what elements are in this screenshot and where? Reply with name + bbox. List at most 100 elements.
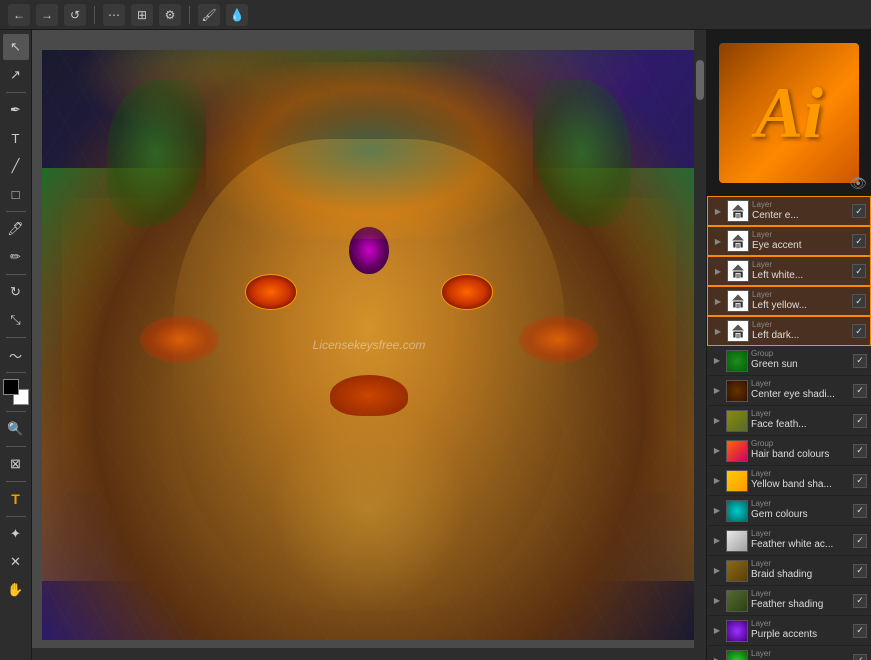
layer-checkbox-14[interactable] bbox=[853, 594, 867, 608]
layer-item-8[interactable]: ▶LayerFace feath... bbox=[707, 406, 871, 436]
layer-thumb-4 bbox=[727, 290, 749, 312]
layer-expand-3[interactable]: ▶ bbox=[712, 265, 724, 277]
layer-checkbox-9[interactable] bbox=[853, 444, 867, 458]
layer-expand-8[interactable]: ▶ bbox=[711, 415, 723, 427]
layer-type-label-6: Group bbox=[751, 350, 853, 358]
layer-name-7: Center eye shadi... bbox=[751, 388, 853, 401]
layer-checkbox-6[interactable] bbox=[853, 354, 867, 368]
paintbrush-tool[interactable]: 🖊 bbox=[3, 216, 29, 242]
vertical-scroll-thumb[interactable] bbox=[696, 60, 704, 100]
layer-checkbox-7[interactable] bbox=[853, 384, 867, 398]
tool-separator-1 bbox=[6, 92, 26, 93]
back-button[interactable]: ← bbox=[8, 4, 30, 26]
layer-expand-12[interactable]: ▶ bbox=[711, 535, 723, 547]
layer-checkbox-11[interactable] bbox=[853, 504, 867, 518]
layer-expand-9[interactable]: ▶ bbox=[711, 445, 723, 457]
horizontal-scrollbar[interactable] bbox=[32, 648, 694, 660]
foreground-color-swatch[interactable] bbox=[3, 379, 19, 395]
layer-checkbox-2[interactable] bbox=[852, 234, 866, 248]
layer-checkbox-15[interactable] bbox=[853, 624, 867, 638]
crop-tool[interactable]: ⊠ bbox=[3, 451, 29, 477]
line-tool[interactable]: ╱ bbox=[3, 153, 29, 179]
layer-item-1[interactable]: ▶ LayerCenter e... bbox=[707, 196, 871, 226]
layer-expand-5[interactable]: ▶ bbox=[712, 325, 724, 337]
layer-name-5: Left dark... bbox=[752, 329, 852, 342]
layer-info-9: GroupHair band colours bbox=[751, 440, 853, 461]
layer-item-4[interactable]: ▶ LayerLeft yellow... bbox=[707, 286, 871, 316]
warp-tool[interactable]: 〜 bbox=[3, 342, 29, 368]
layer-checkbox-13[interactable] bbox=[853, 564, 867, 578]
layer-expand-6[interactable]: ▶ bbox=[711, 355, 723, 367]
layer-type-label-5: Layer bbox=[752, 321, 852, 329]
layer-expand-7[interactable]: ▶ bbox=[711, 385, 723, 397]
layer-thumb-8 bbox=[726, 410, 748, 432]
direct-select-tool[interactable]: ↗ bbox=[3, 62, 29, 88]
layer-item-3[interactable]: ▶ LayerLeft white... bbox=[707, 256, 871, 286]
pencil-tool[interactable]: ✏ bbox=[3, 244, 29, 270]
layer-item-16[interactable]: ▶LayerGreen accents bbox=[707, 646, 871, 660]
toolbar-separator-2 bbox=[189, 6, 190, 24]
layer-info-10: LayerYellow band sha... bbox=[751, 470, 853, 491]
layer-expand-13[interactable]: ▶ bbox=[711, 565, 723, 577]
layer-item-6[interactable]: ▶GroupGreen sun bbox=[707, 346, 871, 376]
layer-item-9[interactable]: ▶ GroupHair band colours bbox=[707, 436, 871, 466]
layer-info-12: LayerFeather white ac... bbox=[751, 530, 853, 551]
layer-checkbox-4[interactable] bbox=[852, 294, 866, 308]
close-tool[interactable]: ✕ bbox=[3, 549, 29, 575]
right-panel: Ai 👁 ▶ LayerCenter e...▶ LayerEye accent… bbox=[706, 30, 871, 660]
layer-checkbox-12[interactable] bbox=[853, 534, 867, 548]
rotate-tool[interactable]: ↻ bbox=[3, 279, 29, 305]
layer-checkbox-3[interactable] bbox=[852, 264, 866, 278]
layer-expand-4[interactable]: ▶ bbox=[712, 295, 724, 307]
layer-name-3: Left white... bbox=[752, 269, 852, 282]
layer-expand-15[interactable]: ▶ bbox=[711, 625, 723, 637]
scale-tool[interactable]: ⤡ bbox=[3, 307, 29, 333]
type-tool-2[interactable]: T bbox=[3, 486, 29, 512]
layer-expand-11[interactable]: ▶ bbox=[711, 505, 723, 517]
layer-name-12: Feather white ac... bbox=[751, 538, 853, 551]
layer-item-11[interactable]: ▶ LayerGem colours bbox=[707, 496, 871, 526]
settings-button[interactable]: ⚙ bbox=[159, 4, 181, 26]
select-tool[interactable]: ↖ bbox=[3, 34, 29, 60]
layer-checkbox-16[interactable] bbox=[853, 654, 867, 660]
layer-item-12[interactable]: ▶ LayerFeather white ac... bbox=[707, 526, 871, 556]
hand-tool[interactable]: ✋ bbox=[3, 577, 29, 603]
pen-tool[interactable]: ✒ bbox=[3, 97, 29, 123]
layer-checkbox-10[interactable] bbox=[853, 474, 867, 488]
layer-type-label-4: Layer bbox=[752, 291, 852, 299]
layer-info-11: LayerGem colours bbox=[751, 500, 853, 521]
layer-thumb-1 bbox=[727, 200, 749, 222]
layer-item-2[interactable]: ▶ LayerEye accent bbox=[707, 226, 871, 256]
eyedropper-button[interactable]: 💧 bbox=[226, 4, 248, 26]
layer-item-10[interactable]: ▶ LayerYellow band sha... bbox=[707, 466, 871, 496]
layer-item-14[interactable]: ▶LayerFeather shading bbox=[707, 586, 871, 616]
eye-icon[interactable]: 👁 bbox=[849, 175, 867, 192]
vertical-scrollbar[interactable] bbox=[694, 30, 706, 660]
layer-expand-2[interactable]: ▶ bbox=[712, 235, 724, 247]
eyedropper-tool[interactable]: ✦ bbox=[3, 521, 29, 547]
color-swatches[interactable] bbox=[3, 379, 29, 405]
layer-checkbox-8[interactable] bbox=[853, 414, 867, 428]
layer-thumb-5 bbox=[727, 320, 749, 342]
rectangle-tool[interactable]: □ bbox=[3, 181, 29, 207]
artwork-container[interactable]: Licensekeysfree.com bbox=[42, 50, 696, 640]
layer-item-13[interactable]: ▶LayerBraid shading bbox=[707, 556, 871, 586]
layer-expand-10[interactable]: ▶ bbox=[711, 475, 723, 487]
layer-checkbox-5[interactable] bbox=[852, 324, 866, 338]
layer-item-15[interactable]: ▶LayerPurple accents bbox=[707, 616, 871, 646]
refresh-button[interactable]: ↺ bbox=[64, 4, 86, 26]
zoom-tool[interactable]: 🔍 bbox=[3, 416, 29, 442]
grid-button[interactable]: ⊞ bbox=[131, 4, 153, 26]
brush-button[interactable]: 🖌 bbox=[198, 4, 220, 26]
layer-checkbox-1[interactable] bbox=[852, 204, 866, 218]
layer-expand-16[interactable]: ▶ bbox=[711, 655, 723, 660]
more-button[interactable]: ⋯ bbox=[103, 4, 125, 26]
layer-item-5[interactable]: ▶ LayerLeft dark... bbox=[707, 316, 871, 346]
layer-item-7[interactable]: ▶LayerCenter eye shadi... bbox=[707, 376, 871, 406]
layer-expand-14[interactable]: ▶ bbox=[711, 595, 723, 607]
type-tool[interactable]: T bbox=[3, 125, 29, 151]
forward-button[interactable]: → bbox=[36, 4, 58, 26]
cheek-right bbox=[519, 316, 597, 363]
artwork-background: Licensekeysfree.com bbox=[42, 50, 696, 640]
layer-expand-1[interactable]: ▶ bbox=[712, 205, 724, 217]
